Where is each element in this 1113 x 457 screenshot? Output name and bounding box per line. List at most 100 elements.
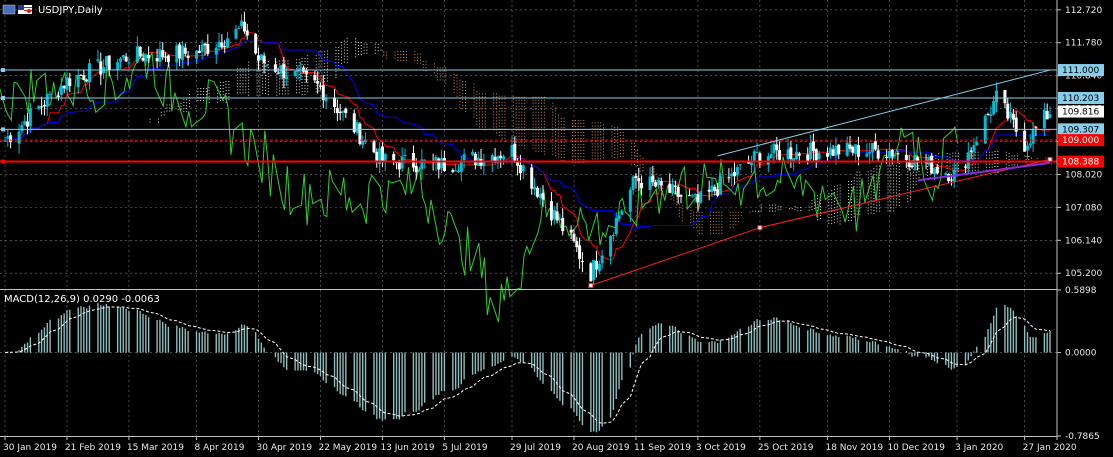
ichimoku-cloud-dot (265, 65, 267, 67)
ichimoku-cloud-dot (594, 143, 596, 145)
ichimoku-cloud-dot (298, 59, 300, 61)
ichimoku-cloud-dot (994, 156, 996, 158)
ichimoku-cloud-dot (890, 192, 892, 194)
candle-body (549, 201, 553, 221)
candle-body (659, 181, 663, 186)
ichimoku-cloud-dot (419, 62, 421, 64)
ichimoku-cloud-dot (453, 82, 455, 84)
ichimoku-cloud-dot (326, 74, 328, 76)
candle-body (158, 49, 162, 62)
ichimoku-cloud-dot (521, 126, 523, 128)
ichimoku-cloud-dot (481, 96, 483, 98)
ichimoku-cloud-dot (791, 208, 793, 210)
ichimoku-cloud-dot (321, 72, 323, 74)
ichimoku-cloud-dot (833, 207, 835, 209)
ichimoku-cloud-dot (225, 80, 227, 82)
candle-body (904, 154, 908, 161)
level-anchor-dot[interactable] (1, 95, 5, 100)
trendline-anchor[interactable] (757, 225, 763, 231)
level-anchor-dot[interactable] (1, 159, 5, 164)
ichimoku-cloud-dot (186, 102, 188, 104)
ichimoku-cloud-dot (555, 155, 557, 157)
ichimoku-cloud-dot (242, 77, 244, 79)
ichimoku-cloud-dot (555, 119, 557, 121)
ichimoku-cloud-dot (304, 75, 306, 77)
ichimoku-cloud-dot (907, 198, 909, 200)
ichimoku-cloud-dot (949, 159, 951, 161)
ichimoku-cloud-dot (828, 204, 830, 206)
ichimoku-cloud-dot (405, 59, 407, 61)
ichimoku-cloud-dot (710, 226, 712, 228)
level-anchor-dot[interactable] (1, 127, 5, 132)
ichimoku-cloud-dot (614, 142, 616, 144)
ichimoku-cloud-dot (377, 44, 379, 46)
ichimoku-cloud-dot (879, 210, 881, 212)
candle-body (631, 176, 635, 190)
ichimoku-cloud-dot (631, 157, 633, 159)
ichimoku-cloud-dot (464, 105, 466, 107)
ichimoku-cloud-dot (307, 91, 309, 93)
ichimoku-cloud-dot (715, 217, 717, 219)
candle-body (361, 140, 365, 145)
trading-chart[interactable]: 112.720111.780110.840109.900108.960108.0… (0, 0, 1113, 457)
ichimoku-cloud-dot (481, 99, 483, 101)
time-tick-label: 3 Oct 2019 (696, 443, 746, 453)
ichimoku-cloud-dot (521, 129, 523, 131)
ichimoku-cloud-dot (442, 79, 444, 81)
ichimoku-cloud-dot (236, 74, 238, 76)
ichimoku-cloud-dot (301, 57, 303, 59)
ichimoku-cloud-dot (988, 163, 990, 165)
ichimoku-cloud-dot (898, 178, 900, 180)
trendline-anchor[interactable] (1047, 156, 1053, 162)
ichimoku-cloud-dot (318, 90, 320, 92)
ichimoku-cloud-dot (617, 154, 619, 156)
ichimoku-cloud-dot (324, 57, 326, 59)
ichimoku-cloud-dot (994, 153, 996, 155)
ichimoku-cloud-dot (836, 218, 838, 220)
ichimoku-cloud-dot (1005, 157, 1007, 159)
candle-body (797, 153, 801, 156)
ichimoku-cloud-dot (298, 74, 300, 76)
ichimoku-cloud-dot (974, 157, 976, 159)
ichimoku-cloud-dot (856, 213, 858, 215)
ichimoku-cloud-dot (893, 189, 895, 191)
candle-body (403, 154, 407, 156)
ichimoku-cloud-dot (504, 134, 506, 136)
level-anchor-dot[interactable] (1, 68, 5, 73)
ichimoku-cloud-dot (276, 73, 278, 75)
ichimoku-cloud-dot (326, 71, 328, 73)
candle-body (318, 85, 322, 87)
ichimoku-cloud-dot (259, 70, 261, 72)
ichimoku-cloud-dot (577, 120, 579, 122)
candle-body (226, 38, 230, 48)
ichimoku-cloud-dot (248, 85, 250, 87)
ichimoku-cloud-dot (597, 152, 599, 154)
ichimoku-cloud-dot (512, 125, 514, 127)
ichimoku-cloud-dot (887, 186, 889, 188)
candle-body (99, 61, 103, 75)
ichimoku-cloud-dot (301, 81, 303, 83)
ichimoku-cloud-dot (701, 223, 703, 225)
ichimoku-cloud-dot (307, 82, 309, 84)
ichimoku-cloud-dot (287, 90, 289, 92)
ichimoku-cloud-dot (721, 232, 723, 234)
ichimoku-cloud-dot (831, 190, 833, 192)
ichimoku-cloud-dot (301, 78, 303, 80)
ichimoku-cloud-dot (493, 96, 495, 98)
ichimoku-cloud-dot (833, 213, 835, 215)
ichimoku-cloud-dot (228, 87, 230, 89)
candle-body (778, 150, 782, 160)
ichimoku-cloud-dot (698, 232, 700, 234)
ichimoku-cloud-dot (817, 201, 819, 203)
ichimoku-cloud-dot (977, 154, 979, 156)
ichimoku-cloud-dot (856, 192, 858, 194)
ichimoku-cloud-dot (473, 116, 475, 118)
ichimoku-cloud-dot (326, 80, 328, 82)
ichimoku-cloud-dot (197, 88, 199, 90)
ichimoku-cloud-dot (541, 138, 543, 140)
trendline-anchor[interactable] (588, 282, 594, 288)
ichimoku-cloud-dot (879, 186, 881, 188)
ichimoku-cloud-dot (521, 105, 523, 107)
ichimoku-cloud-dot (383, 54, 385, 56)
time-tick-label: 29 Jul 2019 (510, 443, 561, 453)
